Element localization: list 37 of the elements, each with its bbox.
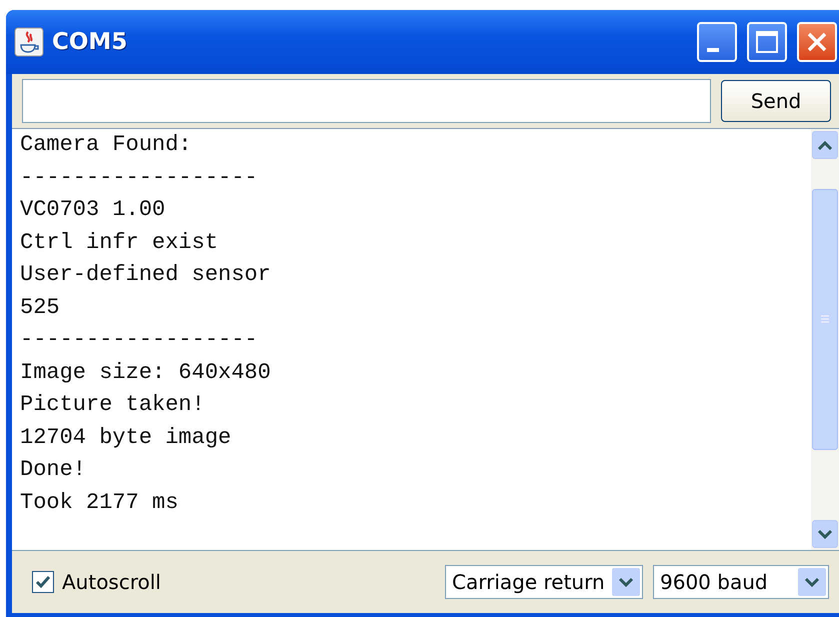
grip-icon: [820, 314, 830, 324]
chevron-down-icon: [618, 577, 634, 587]
window-title: COM5: [52, 29, 128, 55]
output-line: 12704 byte image: [20, 424, 232, 452]
output-line: Took 2177 ms: [20, 488, 180, 516]
output-line: 525: [20, 294, 61, 322]
chevron-down-icon: [804, 577, 820, 587]
output-line: ------------------: [20, 326, 259, 354]
output-line: Done!: [20, 456, 88, 484]
checkbox-label: Autoscroll: [62, 570, 161, 594]
input-field[interactable]: [22, 79, 711, 123]
output-line: User-defined sensor: [20, 261, 272, 289]
dropdown[interactable]: 9600 baud: [653, 565, 829, 599]
output-line: VC0703 1.00: [20, 196, 166, 224]
output-line: Ctrl infr exist: [20, 228, 220, 256]
output-line: ------------------: [20, 164, 259, 192]
dropdown-arrow-button[interactable]: [798, 568, 826, 596]
close-button[interactable]: [797, 22, 837, 62]
java-cup-icon: [14, 27, 44, 57]
output-line: Picture taken!: [20, 391, 206, 419]
checkbox[interactable]: [32, 571, 54, 593]
minimize-icon: [707, 48, 719, 52]
send-button[interactable]: Send: [721, 80, 831, 122]
maximize-icon: [755, 30, 779, 54]
scroll-up-button[interactable]: [812, 131, 838, 159]
chevron-up-icon: [817, 140, 833, 150]
dropdown[interactable]: Carriage return: [445, 565, 643, 599]
output-line: Image size: 640x480: [20, 358, 272, 386]
chevron-down-icon: [817, 529, 833, 539]
output-line: Camera Found:: [20, 131, 193, 159]
dropdown-arrow-button[interactable]: [612, 568, 640, 596]
scroll-down-button[interactable]: [812, 520, 838, 548]
minimize-button[interactable]: [697, 22, 737, 62]
close-icon: [805, 30, 829, 54]
check-icon: [35, 575, 51, 589]
maximize-button[interactable]: [747, 22, 787, 62]
scrollbar-thumb[interactable]: [812, 189, 838, 450]
